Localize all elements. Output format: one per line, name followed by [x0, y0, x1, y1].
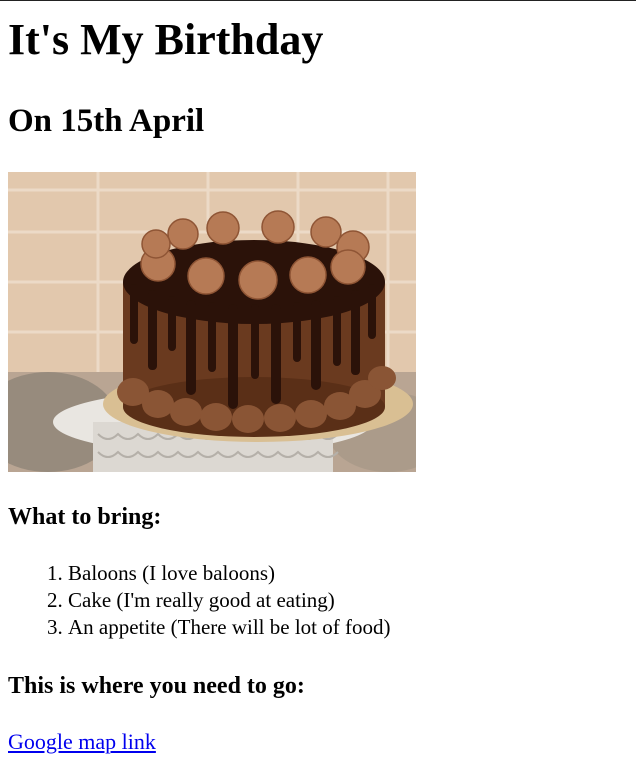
google-map-link[interactable]: Google map link [8, 728, 156, 756]
list-item: An appetite (There will be lot of food) [68, 614, 390, 641]
what-to-bring-heading: What to bring: [8, 504, 162, 530]
list-item: Baloons (I love baloons) [68, 560, 390, 587]
where-to-go-heading: This is where you need to go: [8, 673, 305, 699]
list-item: Cake (I'm really good at eating) [68, 587, 390, 614]
cake-image [8, 172, 416, 472]
bring-list: Baloons (I love baloons) Cake (I'm reall… [8, 560, 390, 641]
cake-illustration [8, 172, 416, 472]
page-title: It's My Birthday [8, 15, 324, 64]
page-subtitle: On 15th April [8, 103, 205, 139]
